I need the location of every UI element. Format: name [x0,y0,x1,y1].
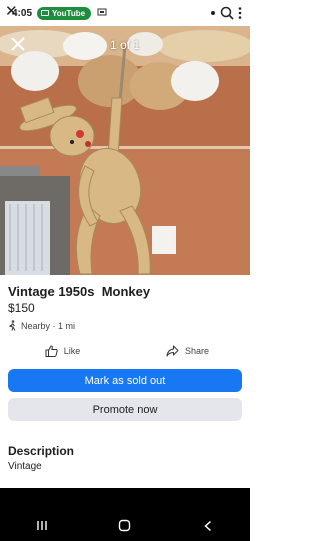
listing-photo[interactable]: 1 of 1 [0,26,250,275]
share-label: Share [184,346,210,356]
screen-icon [41,10,50,16]
action-row: Like Share [0,340,250,362]
youtube-badge: YouTube [37,6,92,20]
mark-as-sold-button[interactable]: Mark as sold out [8,369,242,392]
bottom-black-bar [0,488,250,510]
back-button[interactable] [193,516,223,536]
photo-counter: 1 of 1 [109,38,141,52]
walking-person-icon [9,320,16,331]
listing-location: Nearby · 1 mi [8,320,75,331]
close-notification-icon: ✕ [5,3,18,20]
home-icon [119,519,131,532]
share-button[interactable]: Share [125,340,250,362]
recent-apps-button[interactable] [27,516,57,536]
youtube-label: YouTube [52,8,86,18]
back-icon [204,520,212,531]
system-nav-bar [0,510,250,541]
like-label: Like [63,346,81,356]
description-heading: Description [8,444,75,458]
status-icons [210,6,242,20]
like-button[interactable]: Like [0,340,125,362]
dot-icon [211,11,215,15]
more-options-icon [238,7,242,19]
search-icon [220,6,234,20]
recent-apps-icon [36,521,47,530]
listing-title: Vintage 1950s Monkey [8,284,151,299]
promote-now-button[interactable]: Promote now [8,398,242,421]
home-button[interactable] [110,516,140,536]
listing-price: $150 [8,301,35,315]
description-text: Vintage [8,461,42,472]
location-text: Nearby · 1 mi [21,320,76,331]
thumbs-up-icon [45,345,58,357]
share-icon [166,345,179,357]
listing-photo-image [0,26,250,275]
cast-icon [97,7,107,20]
status-bar: ✕ 4:05 YouTube [0,0,250,26]
